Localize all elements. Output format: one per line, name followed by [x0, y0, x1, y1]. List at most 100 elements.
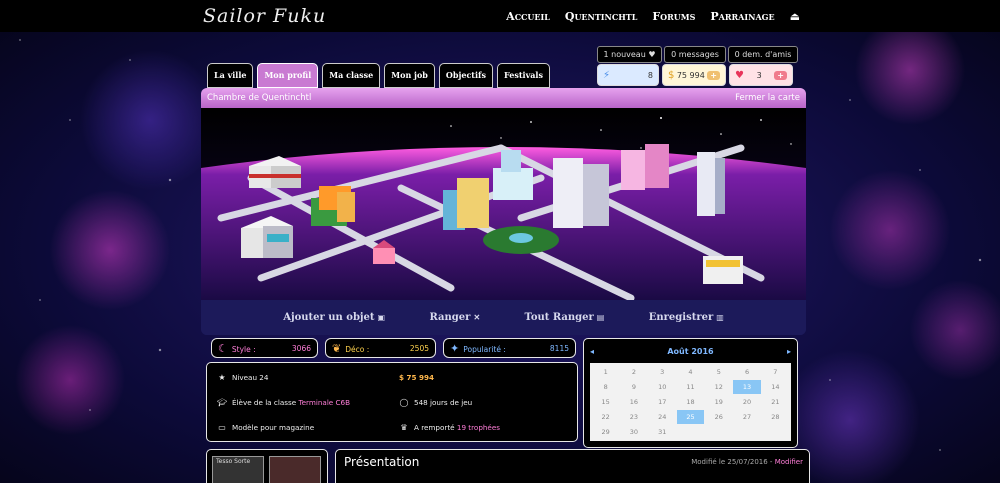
next-month-icon[interactable]: ▸: [787, 347, 791, 356]
star-icon: ✦: [450, 341, 460, 355]
calendar-day[interactable]: 4: [677, 365, 704, 379]
popularity-stat: ✦ Popularité : 8115: [443, 338, 576, 358]
tab-mon-profil[interactable]: Mon profil: [257, 63, 319, 88]
room-title: Chambre de Quentinchtl: [207, 93, 312, 103]
trophies-info: ♛ A remporté 19 trophées: [400, 423, 501, 432]
top-nav: Accueil Quentinchtl Forums Parrainage ⏏: [506, 10, 800, 23]
graduation-cap-icon: 🎓︎: [217, 398, 228, 407]
class-info: 🎓︎ Élève de la classe Terminale C6B: [217, 398, 351, 407]
calendar-day[interactable]: 13: [733, 380, 761, 394]
calendar-day[interactable]: 26: [705, 410, 732, 424]
tab-la-ville[interactable]: La ville: [207, 63, 254, 88]
presentation-panel: Présentation Modifié le 25/07/2016 - Mod…: [335, 449, 810, 483]
calendar-day[interactable]: 19: [705, 395, 732, 409]
prev-month-icon[interactable]: ◂: [590, 347, 594, 356]
calendar-day[interactable]: 6: [733, 365, 760, 379]
trash-icon: ▤: [596, 312, 605, 322]
enregistrer-button[interactable]: Enregistrer ▥: [649, 312, 724, 323]
ribbon-icon: ❦: [332, 341, 342, 355]
ranger-button[interactable]: Ranger ✕: [430, 312, 481, 323]
profile-tabs: La ville Mon profil Ma classe Mon job Ob…: [207, 63, 550, 88]
calendar-day[interactable]: 12: [705, 380, 732, 394]
room-header: Chambre de Quentinchtl Fermer la carte: [201, 88, 806, 108]
star-icon: ★: [218, 373, 226, 382]
briefcase-icon: ▭: [218, 423, 226, 432]
class-link[interactable]: Terminale C6B: [298, 398, 350, 407]
notif-friends[interactable]: 0 dem. d'amis: [728, 46, 798, 63]
tout-ranger-button[interactable]: Tout Ranger ▤: [525, 312, 605, 323]
add-gold-button[interactable]: +: [707, 70, 720, 80]
calendar-day[interactable]: 1: [592, 365, 619, 379]
nav-forums[interactable]: Forums: [652, 10, 695, 23]
currency-row: ⚡ 8 $ 75 994 + ♥ 3 +: [597, 64, 793, 86]
nav-parrainage[interactable]: Parrainage: [710, 10, 774, 23]
calendar-month: Août 2016: [667, 346, 714, 356]
tab-mon-job[interactable]: Mon job: [384, 63, 435, 88]
calendar-day[interactable]: 21: [762, 395, 789, 409]
calendar-grid: 1 2 3 4 5 6 7 8 9 10 11 12 13 14 15 16 17 18 19 20 21 22 23 24 2…: [590, 363, 791, 441]
heart-icon: ♥: [735, 69, 744, 81]
calendar-day[interactable]: 30: [620, 425, 647, 439]
calendar-panel: ◂ Août 2016 ▸ 1 2 3 4 5 6 7 8 9 10 11 12 13 14 15 16 17 1…: [583, 338, 798, 448]
room-action-bar: Ajouter un objet ▣ Ranger ✕ Tout Ranger ▤ E…: [201, 300, 806, 335]
avatar[interactable]: [269, 456, 321, 483]
trophy-icon: ♛: [400, 423, 408, 432]
calendar-day[interactable]: 5: [705, 365, 732, 379]
job-info: ▭ Modèle pour magazine: [218, 423, 315, 432]
calendar-day[interactable]: 9: [620, 380, 647, 394]
moon-icon: ☾: [218, 341, 228, 355]
calendar-day[interactable]: 24: [649, 410, 676, 424]
modify-link[interactable]: Modifier: [775, 458, 803, 466]
city-scene[interactable]: [201, 108, 806, 300]
coin-icon: $: [668, 69, 675, 81]
calendar-day[interactable]: 25: [676, 410, 705, 424]
calendar-day[interactable]: 22: [592, 410, 619, 424]
add-heart-button[interactable]: +: [774, 70, 787, 80]
level-info: ★ Niveau 24: [218, 373, 269, 382]
calendar-day[interactable]: 29: [592, 425, 619, 439]
bolt-icon: ⚡: [603, 69, 611, 81]
nav-accueil[interactable]: Accueil: [506, 10, 550, 23]
calendar-day[interactable]: 28: [762, 410, 789, 424]
calendar-day[interactable]: 18: [677, 395, 704, 409]
calendar-day[interactable]: 31: [649, 425, 676, 439]
calendar-day[interactable]: 3: [649, 365, 676, 379]
close-map-link[interactable]: Fermer la carte: [735, 93, 800, 103]
calendar-day[interactable]: 20: [733, 395, 760, 409]
calendar-day[interactable]: 7: [762, 365, 789, 379]
gift-icon: ▣: [377, 312, 386, 322]
city-illustration: [201, 108, 806, 300]
notif-messages[interactable]: 0 messages: [664, 46, 726, 63]
top-bar: Sailor Fuku Accueil Quentinchtl Forums P…: [0, 0, 1000, 32]
days-info: ◯ 548 jours de jeu: [399, 398, 473, 407]
presentation-title: Présentation: [344, 455, 420, 469]
calendar-day[interactable]: 16: [620, 395, 647, 409]
calendar-day[interactable]: 17: [649, 395, 676, 409]
deco-stat: ❦ Déco : 2505: [325, 338, 436, 358]
calendar-day[interactable]: 23: [620, 410, 647, 424]
calendar-day[interactable]: 14: [762, 380, 789, 394]
tab-ma-classe[interactable]: Ma classe: [322, 63, 381, 88]
close-icon: ✕: [473, 312, 481, 322]
clock-icon: ◯: [399, 398, 409, 407]
calendar-day[interactable]: 2: [620, 365, 647, 379]
style-stat: ☾ Style : 3066: [211, 338, 318, 358]
site-logo[interactable]: Sailor Fuku: [203, 5, 326, 27]
tab-festivals[interactable]: Festivals: [497, 63, 550, 88]
calendar-day[interactable]: 27: [733, 410, 760, 424]
currency-blue: ⚡ 8: [597, 64, 659, 86]
add-object-button[interactable]: Ajouter un objet ▣: [283, 312, 385, 323]
calendar-day[interactable]: 8: [592, 380, 619, 394]
calendar-day[interactable]: 15: [592, 395, 619, 409]
calendar-header: ◂ Août 2016 ▸: [590, 343, 791, 359]
calendar-day[interactable]: 11: [677, 380, 704, 394]
trophies-link[interactable]: 19 trophées: [457, 423, 500, 432]
tab-objectifs[interactable]: Objectifs: [438, 63, 493, 88]
avatar[interactable]: Tesso Sorte: [212, 456, 264, 483]
nav-profile[interactable]: Quentinchtl: [565, 10, 637, 23]
avatars-panel: Tesso Sorte: [206, 449, 328, 483]
profile-info-panel: ★ Niveau 24 $ 75 994 🎓︎ Élève de la class…: [206, 362, 578, 442]
logout-icon[interactable]: ⏏: [790, 10, 800, 23]
notif-new[interactable]: 1 nouveau ♥: [597, 46, 662, 63]
calendar-day[interactable]: 10: [649, 380, 676, 394]
